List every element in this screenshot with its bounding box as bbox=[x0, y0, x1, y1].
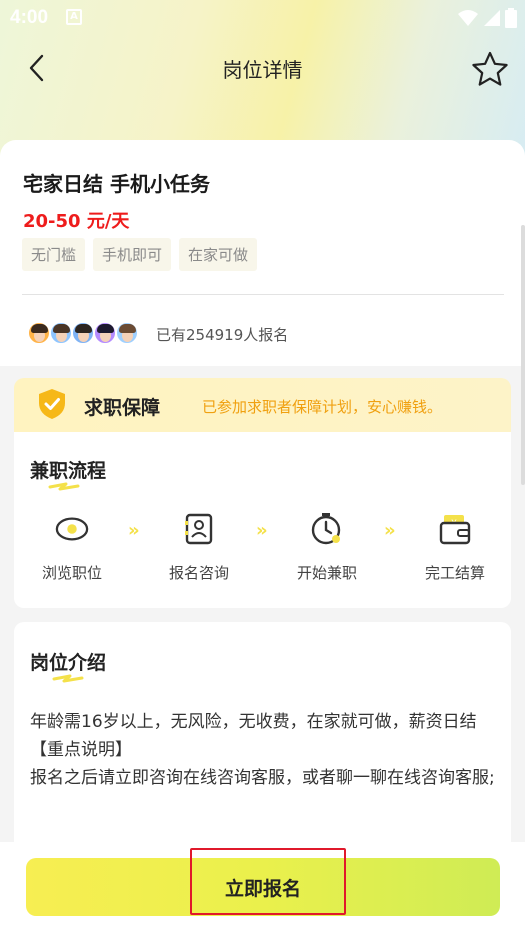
job-introduction-card: 岗位介绍 年龄需16岁以上，无风险，无收费，在家就可做，薪资日结 【重点说明】 … bbox=[14, 622, 511, 852]
avatar bbox=[93, 321, 117, 345]
avatar bbox=[27, 321, 51, 345]
signup-count: 已有254919人报名 bbox=[156, 326, 289, 344]
avatar bbox=[49, 321, 73, 345]
status-icons bbox=[457, 8, 517, 28]
guarantee-description: 已参加求职者保障计划，安心赚钱。 bbox=[202, 398, 443, 416]
application-form-icon bbox=[185, 513, 213, 545]
title-underline-icon bbox=[48, 482, 80, 491]
star-icon bbox=[472, 51, 508, 86]
navigation-bar: 岗位详情 bbox=[0, 40, 525, 96]
job-tags: 无门槛 手机即可 在家可做 bbox=[22, 238, 258, 271]
step-label: 开始兼职 bbox=[296, 564, 357, 582]
avatar bbox=[115, 321, 139, 345]
process-card: 兼职流程 浏览职位 » 报名咨询 » 开始兼职 » 完工结算 bbox=[14, 432, 511, 608]
step-separator-icon: » bbox=[256, 520, 267, 541]
job-summary-card: 宅家日结 手机小任务 20-50 元/天 无门槛 手机即可 在家可做 已有254… bbox=[0, 140, 525, 366]
process-step: 报名咨询 bbox=[144, 512, 254, 583]
scrollbar[interactable] bbox=[521, 225, 525, 485]
introduction-title: 岗位介绍 bbox=[30, 652, 107, 674]
status-time: 4:00 bbox=[10, 7, 49, 28]
divider bbox=[22, 294, 504, 295]
eye-icon bbox=[55, 517, 89, 541]
bottom-action-bar: 立即报名 bbox=[0, 842, 525, 933]
step-label: 浏览职位 bbox=[41, 564, 102, 582]
wallet-icon: ¥ bbox=[439, 515, 471, 545]
step-label: 完工结算 bbox=[424, 564, 485, 582]
process-step: 浏览职位 bbox=[17, 512, 127, 583]
job-guarantee-banner[interactable]: 求职保障 已参加求职者保障计划，安心赚钱。 bbox=[14, 378, 511, 432]
status-bar: 4:00 A bbox=[0, 0, 525, 36]
battery-icon bbox=[505, 8, 517, 28]
clock-icon bbox=[311, 513, 341, 545]
introduction-line: 年龄需16岁以上，无风险，无收费，在家就可做，薪资日结 bbox=[30, 712, 477, 732]
job-tag: 手机即可 bbox=[93, 238, 172, 271]
process-title: 兼职流程 bbox=[30, 460, 107, 482]
job-tag: 无门槛 bbox=[22, 238, 86, 271]
introduction-line: 【重点说明】 bbox=[30, 740, 132, 760]
job-tag: 在家可做 bbox=[179, 238, 258, 271]
apply-now-button[interactable]: 立即报名 bbox=[26, 858, 500, 916]
step-separator-icon: » bbox=[128, 520, 139, 541]
signal-icon bbox=[484, 10, 500, 26]
shield-icon bbox=[39, 389, 65, 419]
title-underline-icon bbox=[52, 674, 84, 683]
guarantee-title: 求职保障 bbox=[84, 397, 161, 419]
step-label: 报名咨询 bbox=[168, 564, 229, 582]
job-salary: 20-50 元/天 bbox=[23, 211, 130, 232]
wifi-icon bbox=[458, 10, 478, 26]
process-step: 开始兼职 bbox=[272, 512, 382, 583]
page-title: 岗位详情 bbox=[222, 58, 303, 82]
notification-icon: A bbox=[66, 9, 82, 25]
avatar bbox=[71, 321, 95, 345]
step-separator-icon: » bbox=[384, 520, 395, 541]
introduction-line: 报名之后请立即咨询在线咨询客服，或者聊一聊在线咨询客服; bbox=[30, 768, 495, 788]
applicant-avatars bbox=[27, 321, 139, 345]
job-title: 宅家日结 手机小任务 bbox=[23, 172, 210, 196]
introduction-text: 年龄需16岁以上，无风险，无收费，在家就可做，薪资日结 【重点说明】 报名之后请… bbox=[30, 708, 500, 792]
favorite-button[interactable] bbox=[469, 48, 511, 90]
process-step: ¥ 完工结算 bbox=[400, 512, 510, 583]
